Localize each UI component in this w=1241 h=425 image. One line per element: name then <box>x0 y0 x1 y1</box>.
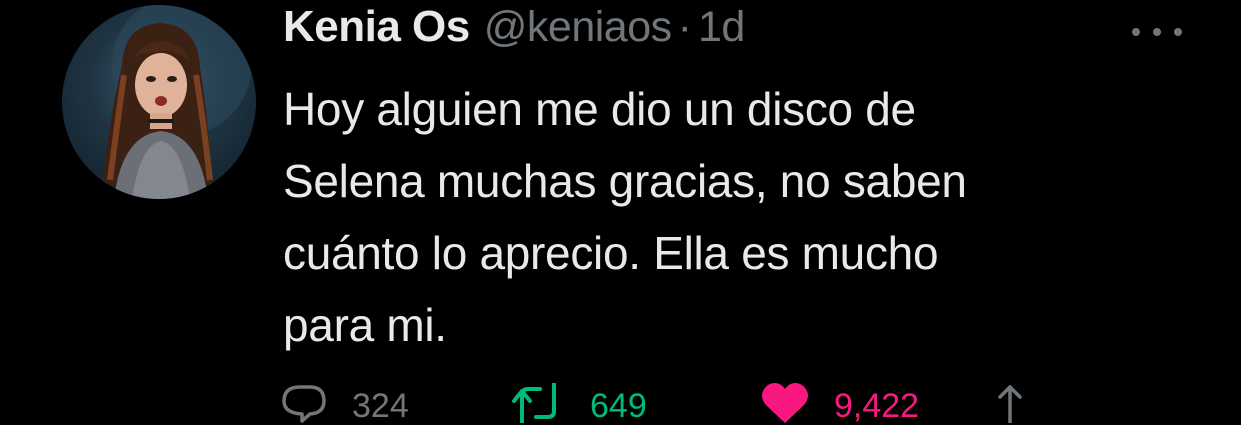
ellipsis-dot <box>1132 28 1140 36</box>
handle[interactable]: @keniaos <box>484 3 672 52</box>
tweet-header: Kenia Os @keniaos · 1d <box>283 2 745 62</box>
like-button[interactable]: 9,422 <box>760 383 919 423</box>
ellipsis-icon[interactable] <box>1132 22 1182 42</box>
ellipsis-dot <box>1153 28 1161 36</box>
display-name[interactable]: Kenia Os <box>283 2 470 52</box>
timestamp[interactable]: 1d <box>698 3 745 52</box>
heart-icon <box>762 383 808 423</box>
retweet-icon <box>512 383 556 423</box>
tweet-text: Hoy alguien me dio un disco de Selena mu… <box>283 83 967 351</box>
avatar-image <box>102 5 252 199</box>
like-count: 9,422 <box>834 387 920 425</box>
avatar[interactable] <box>62 5 256 199</box>
reply-button[interactable]: 324 <box>280 383 409 423</box>
action-bar: 324 649 9,422 <box>280 383 1080 423</box>
tweet[interactable]: Kenia Os @keniaos · 1d Hoy alguien me di… <box>0 0 1241 423</box>
separator: · <box>677 3 692 51</box>
retweet-button[interactable]: 649 <box>510 383 647 423</box>
retweet-count: 649 <box>590 387 647 425</box>
ellipsis-dot <box>1174 28 1182 36</box>
share-icon <box>998 385 1022 423</box>
reply-count: 324 <box>352 387 409 425</box>
share-button[interactable] <box>990 383 1030 423</box>
reply-icon <box>282 385 326 423</box>
